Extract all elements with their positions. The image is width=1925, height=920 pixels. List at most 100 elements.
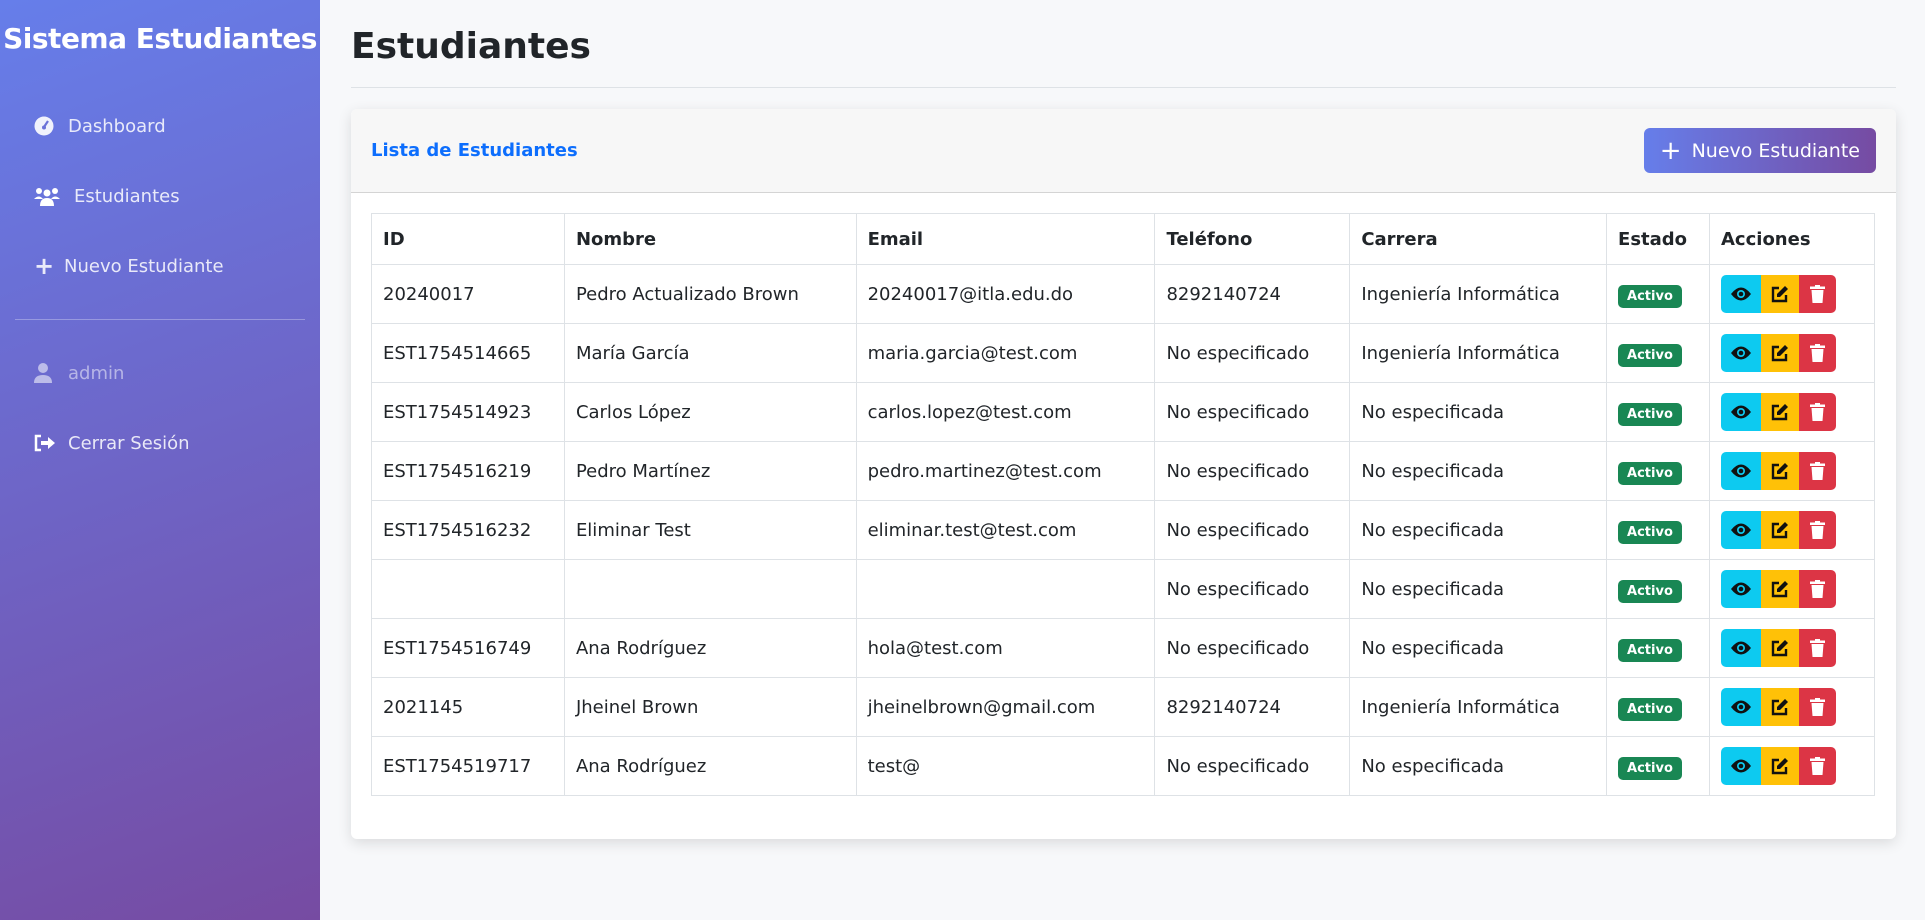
cell-email: hola@test.com [855,618,1156,678]
main-content: Estudiantes Lista de Estudiantes + Nuevo … [351,0,1896,839]
delete-button[interactable] [1799,511,1836,549]
cell-nombre: Eliminar Test [563,500,857,560]
view-button[interactable] [1721,334,1761,372]
cell-nombre: Pedro Actualizado Brown [563,264,857,324]
trash-icon [1810,344,1825,362]
action-group [1721,747,1836,785]
cell-email: pedro.martinez@test.com [855,441,1156,501]
view-button[interactable] [1721,629,1761,667]
cell-estado: Activo [1606,500,1710,560]
cell-nombre: Pedro Martínez [563,441,857,501]
view-button[interactable] [1721,688,1761,726]
cell-estado: Activo [1606,323,1710,383]
table-row: EST1754516232 Eliminar Test eliminar.test@… [371,500,1875,560]
cell-carrera: Ingeniería Informática [1349,264,1608,324]
edit-icon [1771,757,1789,775]
eye-icon [1730,345,1752,361]
cell-telefono: 8292140724 [1154,677,1351,737]
delete-button[interactable] [1799,334,1836,372]
eye-icon [1730,286,1752,302]
cell-carrera: No especificada [1349,500,1608,560]
cell-email: jheinelbrown@gmail.com [855,677,1156,737]
view-button[interactable] [1721,747,1761,785]
table-row: EST1754514923 Carlos López carlos.lopez@te… [371,382,1875,442]
cell-email: carlos.lopez@test.com [855,382,1156,442]
delete-button[interactable] [1799,747,1836,785]
cell-telefono: No especificado [1154,441,1351,501]
sidebar-user: admin [0,338,320,408]
edit-button[interactable] [1761,629,1799,667]
sidebar-nav: Dashboard Estudiantes + Nuevo Estudiante [0,91,320,301]
sidebar-item-label: Estudiantes [74,185,180,207]
cell-id [371,559,565,619]
cell-estado: Activo [1606,618,1710,678]
view-button[interactable] [1721,511,1761,549]
sidebar-item-label: Dashboard [68,115,166,137]
eye-icon [1730,404,1752,420]
cell-acciones [1709,441,1875,501]
sidebar-item-nuevo-estudiante[interactable]: + Nuevo Estudiante [0,231,320,301]
delete-button[interactable] [1799,688,1836,726]
edit-icon [1771,698,1789,716]
user-icon [34,363,68,383]
delete-button[interactable] [1799,629,1836,667]
cell-carrera: No especificada [1349,382,1608,442]
sidebar-item-estudiantes[interactable]: Estudiantes [0,161,320,231]
status-badge: Activo [1618,756,1682,780]
logout-label: Cerrar Sesión [68,432,190,454]
cell-id: EST1754514923 [371,382,565,442]
cell-id: EST1754519717 [371,736,565,796]
table-row: No especificado No especificada Activo [371,559,1875,619]
new-student-button[interactable]: + Nuevo Estudiante [1643,128,1876,173]
logout-link[interactable]: Cerrar Sesión [0,408,320,478]
cell-email: maria.garcia@test.com [855,323,1156,383]
table-row: EST1754519717 Ana Rodríguez test@ No especi… [371,736,1875,796]
column-header: Carrera [1349,213,1608,265]
edit-icon [1771,639,1789,657]
eye-icon [1730,640,1752,656]
sidebar-item-dashboard[interactable]: Dashboard [0,91,320,161]
edit-button[interactable] [1761,688,1799,726]
column-header: ID [371,213,565,265]
cell-estado: Activo [1606,559,1710,619]
edit-button[interactable] [1761,393,1799,431]
plus-icon: + [1659,135,1682,166]
sign-out-icon [34,434,68,452]
cell-nombre [563,559,857,619]
view-button[interactable] [1721,393,1761,431]
cell-carrera: No especificada [1349,736,1608,796]
edit-button[interactable] [1761,570,1799,608]
plus-icon: + [34,252,55,280]
new-student-label: Nuevo Estudiante [1691,139,1860,162]
edit-button[interactable] [1761,334,1799,372]
cell-telefono: No especificado [1154,736,1351,796]
action-group [1721,688,1836,726]
delete-button[interactable] [1799,570,1836,608]
edit-icon [1771,403,1789,421]
cell-estado: Activo [1606,264,1710,324]
edit-button[interactable] [1761,747,1799,785]
cell-nombre: Carlos López [563,382,857,442]
eye-icon [1730,699,1752,715]
view-button[interactable] [1721,275,1761,313]
trash-icon [1810,403,1825,421]
delete-button[interactable] [1799,275,1836,313]
delete-button[interactable] [1799,393,1836,431]
action-group [1721,334,1836,372]
table-row: 20240017 Pedro Actualizado Brown 20240017@… [371,264,1875,324]
status-badge: Activo [1618,461,1682,485]
edit-button[interactable] [1761,275,1799,313]
cell-id: EST1754514665 [371,323,565,383]
action-group [1721,629,1836,667]
table-row: EST1754514665 María García maria.garcia@te… [371,323,1875,383]
column-header: Teléfono [1154,213,1351,265]
view-button[interactable] [1721,570,1761,608]
edit-button[interactable] [1761,452,1799,490]
cell-carrera: Ingeniería Informática [1349,323,1608,383]
cell-acciones [1709,500,1875,560]
view-button[interactable] [1721,452,1761,490]
cell-acciones [1709,323,1875,383]
delete-button[interactable] [1799,452,1836,490]
edit-icon [1771,344,1789,362]
edit-button[interactable] [1761,511,1799,549]
